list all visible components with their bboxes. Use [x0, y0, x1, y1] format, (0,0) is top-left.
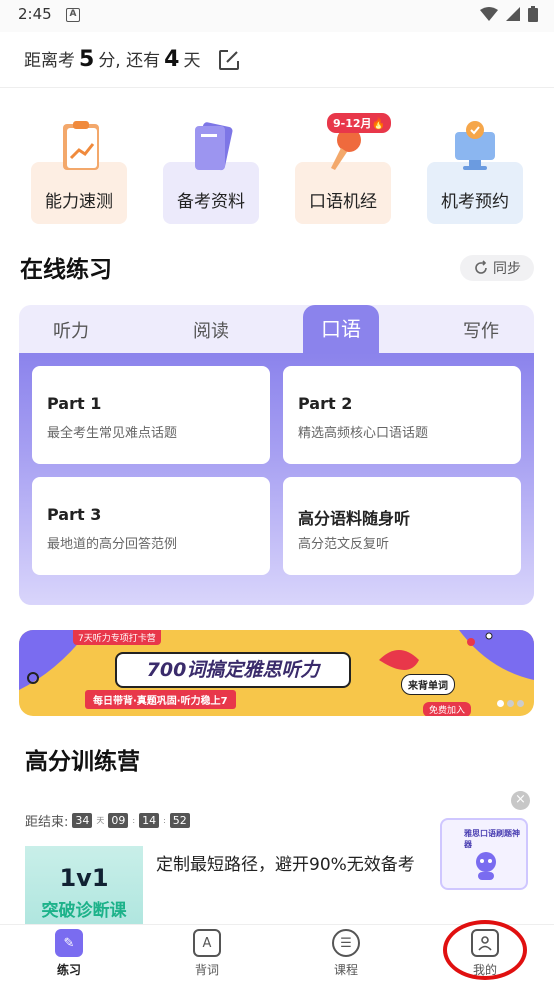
quick-ability-test[interactable]: 能力速测 [31, 118, 127, 224]
timer-day-unit: 天 [96, 816, 105, 825]
banner-join-button[interactable]: 免费加入 [423, 702, 472, 716]
camp-title: 高分训练营 [25, 749, 140, 775]
edit-icon[interactable] [218, 49, 240, 71]
tab-speaking[interactable]: 口语 [303, 305, 379, 359]
wifi-icon [480, 7, 498, 21]
countdown-prefix: 距离考 [24, 51, 75, 71]
quick-label: 备考资料 [177, 192, 245, 212]
practice-card-part2[interactable]: Part 2 精选高频核心口语话题 [283, 366, 521, 464]
pager-dot [497, 700, 504, 707]
quick-label: 机考预约 [441, 192, 509, 212]
promo-badge: 9-12月🔥 [327, 113, 392, 133]
tab-reading[interactable]: 阅读 [193, 317, 229, 343]
exam-countdown: 距离考 5 分, 还有 4 天 [0, 32, 554, 88]
clipboard-chart-icon [63, 121, 99, 170]
timer-days: 34 [72, 813, 93, 828]
card-subtitle: 最地道的高分回答范例 [47, 537, 178, 552]
practice-card-part3[interactable]: Part 3 最地道的高分回答范例 [32, 477, 270, 575]
quick-speaking[interactable]: 口语机经 [295, 118, 391, 224]
mascot-icon [476, 852, 496, 880]
tab-words[interactable]: A 背词 [177, 929, 237, 978]
book-icon [195, 122, 233, 171]
banner-side-pill: 来背单词 [401, 674, 455, 695]
card-subtitle: 最全考生常见难点话题 [47, 426, 178, 441]
tab-label: 练习 [56, 963, 81, 977]
battery-icon [528, 6, 538, 22]
course-icon: ☰ [332, 929, 360, 957]
banner-pager [497, 700, 524, 707]
banner-top-tag: 7天听力专项打卡营 [73, 630, 161, 645]
sync-label: 同步 [493, 261, 521, 277]
online-practice-title: 在线练习 [20, 257, 112, 283]
status-time: 2:45 [18, 5, 52, 23]
close-icon[interactable]: × [511, 791, 530, 810]
floating-ad[interactable]: 雅思口语刷题神器 [440, 818, 528, 890]
status-bar: 2:45 A [0, 0, 554, 32]
sync-button[interactable]: 同步 [460, 255, 534, 281]
timer-minutes: 14 [139, 813, 160, 828]
tab-label: 背词 [194, 963, 219, 977]
quick-materials[interactable]: 备考资料 [163, 118, 259, 224]
tab-listening[interactable]: 听力 [53, 317, 89, 343]
banner-bottom-tag: 每日带背·真题巩固·听力稳上7 [85, 690, 236, 709]
practice-tabs: 听力 阅读 口语 写作 [19, 305, 534, 359]
practice-card-audio[interactable]: 高分语料随身听 高分范文反复听 [283, 477, 521, 575]
app-notification-icon: A [66, 8, 80, 22]
annotation-circle [443, 920, 527, 980]
letter-a-icon: A [193, 929, 221, 957]
card-subtitle: 高分范文反复听 [298, 537, 390, 552]
camp-timer: 距结束: 34 天 09 : 14 : 52 [25, 811, 190, 830]
timer-seconds: 52 [169, 813, 190, 828]
quick-label: 能力速测 [45, 192, 113, 212]
pager-dot [517, 700, 524, 707]
pager-dot [507, 700, 514, 707]
thumb-line1: 1v1 [59, 864, 109, 892]
card-subtitle: 精选高频核心口语话题 [298, 426, 429, 441]
refresh-icon [475, 260, 487, 274]
tab-practice[interactable]: ✎ 练习 [39, 929, 99, 978]
card-title: Part 3 [47, 505, 102, 524]
timer-label: 距结束: [25, 815, 69, 830]
status-icons [480, 6, 538, 22]
signal-icon [506, 7, 520, 21]
camp-thumbnail[interactable]: 1v1 突破诊断课 [25, 846, 143, 924]
banner-headline: 700词搞定雅思听力 [115, 652, 351, 688]
camp-promo-text[interactable]: 定制最短路径，避开90%无效备考 [156, 850, 415, 875]
tab-courses[interactable]: ☰ 课程 [316, 929, 376, 978]
card-title: Part 2 [298, 394, 353, 413]
tab-label: 课程 [333, 963, 358, 977]
practice-panel: 听力 阅读 口语 写作 Part 1 最全考生常见难点话题 Part 2 精选高… [19, 305, 534, 605]
countdown-day-unit: 天 [183, 51, 201, 71]
timer-hours: 09 [108, 813, 129, 828]
pencil-icon: ✎ [55, 929, 83, 957]
card-title: 高分语料随身听 [298, 509, 411, 528]
practice-card-part1[interactable]: Part 1 最全考生常见难点话题 [32, 366, 270, 464]
quick-label: 口语机经 [309, 192, 377, 212]
floating-ad-text: 雅思口语刷题神器 [464, 829, 520, 849]
quick-exam-booking[interactable]: 机考预约 [427, 118, 523, 224]
countdown-days: 4 [164, 47, 180, 72]
listening-camp-banner[interactable]: 7天听力专项打卡营 700词搞定雅思听力 每日带背·真题巩固·听力稳上7 来背单… [19, 630, 534, 716]
card-title: Part 1 [47, 394, 102, 413]
countdown-min-unit: 分, 还有 [98, 51, 161, 71]
countdown-minutes: 5 [79, 47, 95, 72]
tab-writing[interactable]: 写作 [463, 317, 499, 343]
practice-body: Part 1 最全考生常见难点话题 Part 2 精选高频核心口语话题 Part… [19, 353, 534, 605]
computer-check-icon [455, 121, 495, 170]
thumb-line2: 突破诊断课 [41, 901, 127, 921]
